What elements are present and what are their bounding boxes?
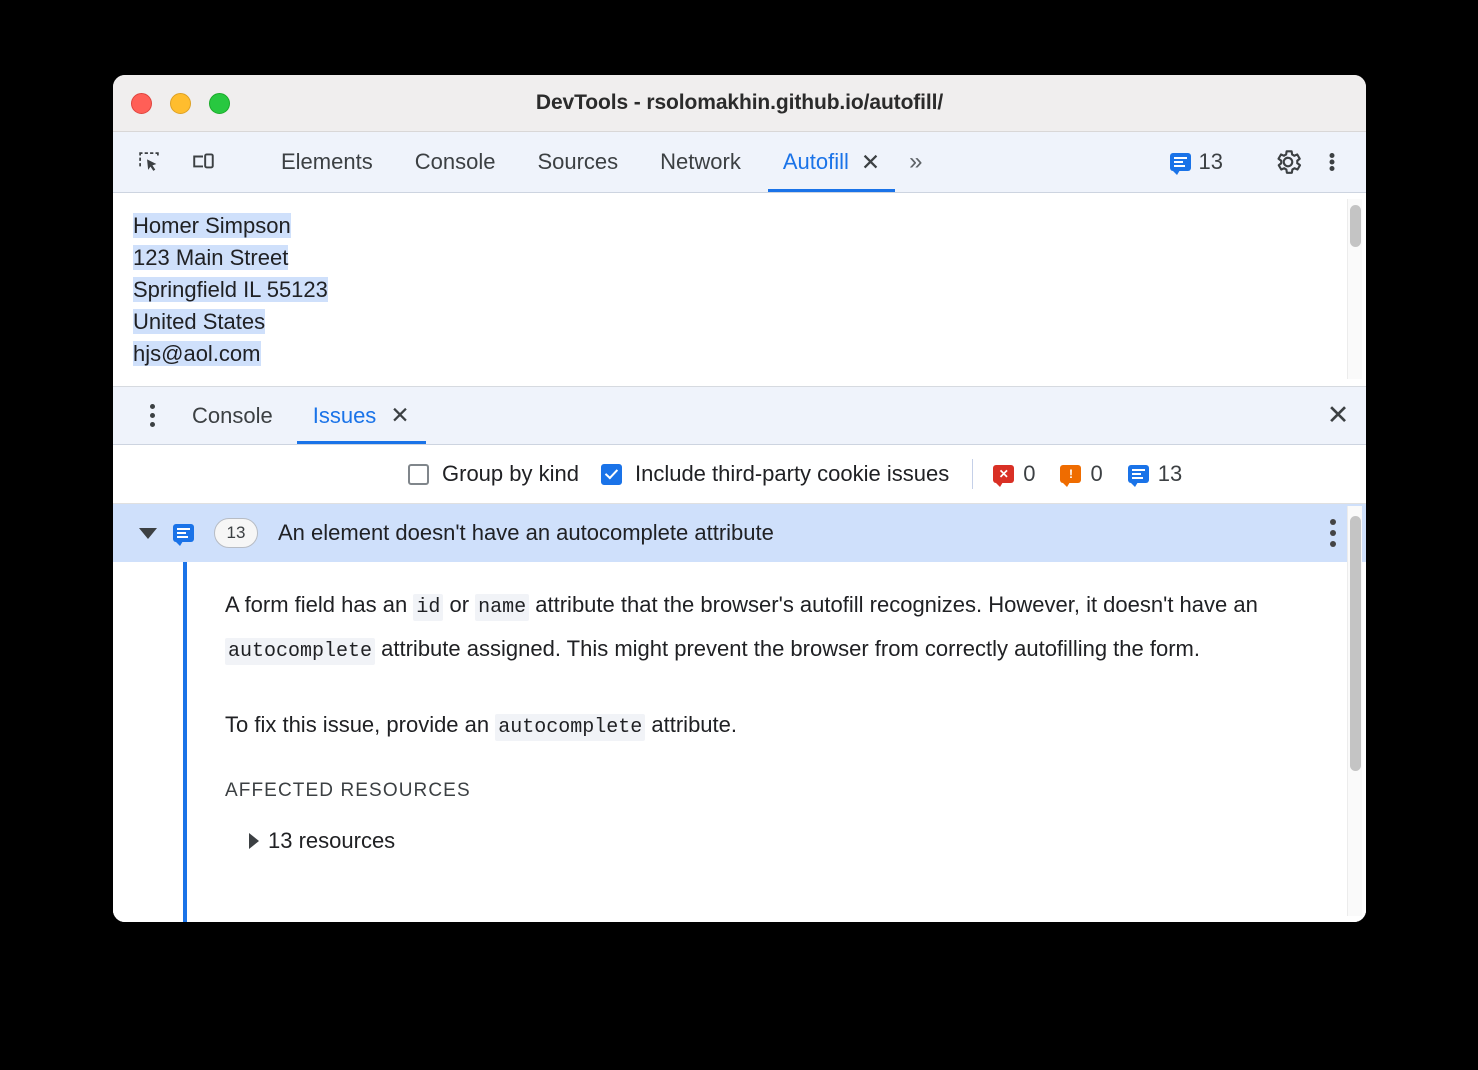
tab-label: Elements [281, 149, 373, 174]
text-fragment: attribute assigned. This might prevent t… [375, 636, 1200, 661]
tab-label: Console [414, 149, 496, 174]
panel-tabs: Elements Console Sources Network Autofil… [260, 132, 928, 192]
text-fragment: To fix this issue, provide an [225, 712, 496, 737]
issues-list: 13 An element doesn't have an autocomple… [113, 504, 1366, 922]
group-by-kind-label: Group by kind [442, 461, 579, 486]
autofill-panel: Homer Simpson 123 Main Street Springfiel… [113, 193, 1366, 425]
close-icon[interactable]: ✕ [390, 402, 409, 429]
more-tabs-icon[interactable]: » [901, 132, 927, 192]
text-fragment: A form field has an [225, 592, 414, 617]
address-line: Springfield IL 55123 [133, 277, 328, 302]
inspect-element-icon[interactable] [129, 142, 169, 182]
tab-elements[interactable]: Elements [260, 132, 394, 192]
drawer-tab-console[interactable]: Console [172, 387, 293, 444]
tab-network[interactable]: Network [639, 132, 762, 192]
group-by-kind-checkbox[interactable] [408, 463, 429, 485]
issue-paragraph-2: To fix this issue, provide an autocomple… [225, 704, 1310, 748]
toolbar-divider [972, 459, 974, 489]
issue-header-row[interactable]: 13 An element doesn't have an autocomple… [113, 504, 1366, 562]
error-count: 0 [1023, 461, 1036, 486]
issue-kebab-menu-icon[interactable] [1330, 519, 1336, 547]
issue-details: A form field has an id or name attribute… [113, 562, 1366, 922]
affected-resources-heading: AFFECTED RESOURCES [225, 780, 471, 801]
devtools-window: DevTools - rsolomakhin.github.io/autofil… [113, 75, 1366, 922]
devtools-main-toolbar: Elements Console Sources Network Autofil… [113, 132, 1366, 193]
issue-paragraph-1: A form field has an id or name attribute… [225, 584, 1310, 672]
text-fragment: or [443, 592, 476, 617]
text-fragment: attribute. [645, 712, 737, 737]
text-fragment: attribute that the browser's autofill re… [529, 592, 1258, 617]
tab-autofill[interactable]: Autofill ✕ [762, 132, 901, 192]
warning-bubble-icon: ! [1060, 465, 1082, 487]
third-party-cookies-option[interactable]: Include third-party cookie issues [600, 461, 950, 487]
drawer-menu-kebab-icon[interactable] [132, 387, 172, 444]
warning-count: 0 [1090, 461, 1103, 486]
address-line: 123 Main Street [133, 245, 289, 270]
drawer-tab-label: Issues [312, 402, 377, 428]
issue-title: An element doesn't have an autocomplete … [278, 520, 774, 545]
affected-resources-toggle[interactable]: 13 resources [249, 828, 1310, 854]
info-bubble-icon [173, 524, 194, 546]
info-bubble-icon [1169, 153, 1191, 175]
tab-console[interactable]: Console [394, 132, 517, 192]
message-count-value: 13 [1198, 149, 1223, 174]
issue-description: A form field has an id or name attribute… [225, 584, 1340, 854]
chevron-down-icon[interactable] [139, 527, 157, 539]
code-autocomplete: autocomplete [225, 638, 376, 665]
tab-label: Autofill [782, 149, 849, 174]
code-id: id [413, 594, 444, 621]
address-line: hjs@aol.com [133, 341, 261, 366]
issues-list-scrollbar[interactable] [1347, 506, 1362, 916]
chevron-right-icon[interactable] [249, 833, 259, 849]
info-bubble-icon [1127, 465, 1149, 487]
code-name: name [475, 594, 530, 621]
drawer-tab-label: Console [192, 402, 273, 428]
gear-icon[interactable] [1268, 142, 1308, 182]
group-by-kind-option[interactable]: Group by kind [408, 461, 579, 487]
error-bubble-icon: ✕ [993, 465, 1015, 487]
window-title: DevTools - rsolomakhin.github.io/autofil… [535, 91, 944, 114]
tab-label: Sources [537, 149, 619, 174]
third-party-cookies-label: Include third-party cookie issues [634, 461, 950, 486]
info-count: 13 [1157, 461, 1183, 486]
issues-filter-toolbar: Group by kind Include third-party cookie… [113, 445, 1366, 504]
issue-counters: ✕ 0 ! 0 13 [993, 461, 1182, 487]
scrollbar-thumb[interactable] [1350, 205, 1361, 247]
third-party-cookies-checkbox[interactable] [600, 463, 622, 485]
autofill-address-block: Homer Simpson 123 Main Street Springfiel… [113, 193, 328, 386]
tab-sources[interactable]: Sources [516, 132, 639, 192]
close-drawer-icon[interactable]: ✕ [1310, 387, 1366, 444]
toolbar-left-icons [113, 132, 260, 192]
device-toolbar-icon[interactable] [183, 142, 223, 182]
address-line: Homer Simpson [133, 213, 291, 238]
address-line: United States [133, 309, 266, 334]
toolbar-right-icons: 13 [1156, 132, 1366, 192]
window-titlebar: DevTools - rsolomakhin.github.io/autofil… [113, 75, 1366, 132]
autofill-panel-scrollbar[interactable] [1347, 199, 1362, 379]
drawer-tabbar: Console Issues ✕ ✕ [113, 387, 1366, 445]
resources-label: 13 resources [268, 828, 396, 853]
tab-label: Network [660, 149, 741, 174]
main-menu-kebab-icon[interactable] [1312, 142, 1352, 182]
close-icon[interactable]: ✕ [861, 150, 880, 174]
scrollbar-thumb[interactable] [1350, 516, 1361, 771]
message-count-indicator[interactable]: 13 [1156, 149, 1237, 175]
devtools-drawer: Console Issues ✕ ✕ Group by kind Include… [113, 387, 1366, 922]
drawer-tab-issues[interactable]: Issues ✕ [293, 387, 430, 444]
issue-count-badge: 13 [214, 518, 258, 548]
code-autocomplete: autocomplete [495, 714, 646, 741]
